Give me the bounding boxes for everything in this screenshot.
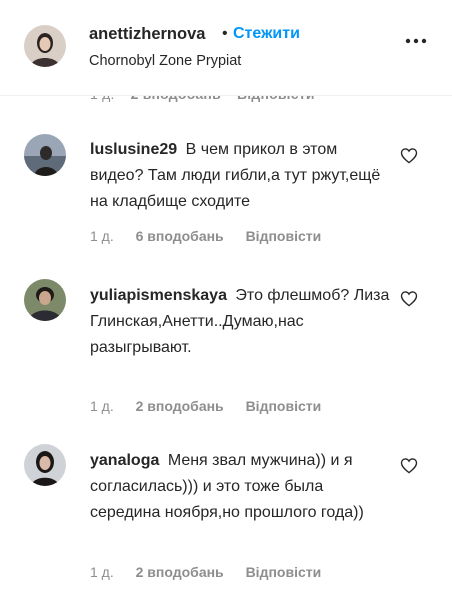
commenter-username[interactable]: luslusine29 [90, 141, 177, 158]
comment-likes[interactable]: 2 вподобань [136, 564, 224, 580]
header-separator: • [222, 25, 228, 42]
comment-likes[interactable]: 2 вподобань [136, 398, 224, 414]
post-header: anettizhernova • Стежити Chornobyl Zone … [0, 0, 452, 96]
commenter-username[interactable]: yanaloga [90, 452, 159, 469]
comment-body: yanaloga Меня звал мужчина)) и я согласи… [90, 448, 390, 526]
comment-body: yuliapismenskaya Это флешмоб? Лиза Глинс… [90, 283, 390, 361]
more-options-icon[interactable] [405, 36, 427, 46]
commenter-avatar[interactable] [24, 134, 66, 176]
commenter-username[interactable]: yuliapismenskaya [90, 287, 227, 304]
heart-icon[interactable] [400, 290, 418, 307]
comment-body: luslusine29 В чем прикол в этом видео? Т… [90, 137, 390, 215]
follow-button[interactable]: Стежити [233, 25, 300, 43]
comment-meta: 1 д. 2 вподобань Відповісти [90, 564, 321, 580]
comment-likes[interactable]: 6 вподобань [136, 228, 224, 244]
commenter-avatar[interactable] [24, 279, 66, 321]
post-location[interactable]: Chornobyl Zone Prypiat [89, 53, 241, 69]
heart-icon[interactable] [400, 457, 418, 474]
comment-time: 1 д. [90, 564, 114, 580]
author-avatar[interactable] [24, 25, 66, 67]
commenter-avatar[interactable] [24, 444, 66, 486]
comment-time: 1 д. [90, 398, 114, 414]
heart-icon[interactable] [400, 147, 418, 164]
reply-button[interactable]: Відповісти [246, 564, 322, 580]
comment-meta: 1 д. 6 вподобань Відповісти [90, 228, 321, 244]
comment-meta: 1 д. 2 вподобань Відповісти [90, 398, 321, 414]
author-username[interactable]: anettizhernova [89, 25, 205, 44]
comment-time: 1 д. [90, 228, 114, 244]
reply-button[interactable]: Відповісти [246, 398, 322, 414]
reply-button[interactable]: Відповісти [246, 228, 322, 244]
